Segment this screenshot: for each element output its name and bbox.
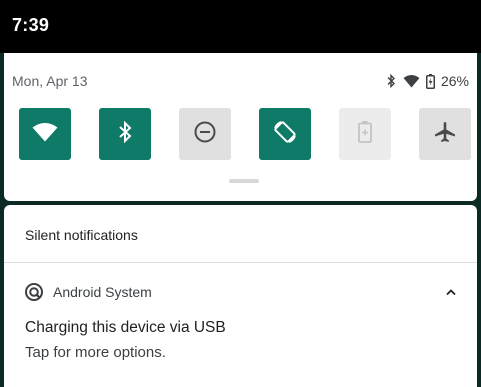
wifi-icon — [403, 74, 420, 88]
notification-shade: Silent notifications Android System Char… — [4, 205, 477, 387]
battery-saver-tile[interactable] — [339, 108, 391, 160]
chevron-up-icon — [445, 283, 457, 301]
drag-handle[interactable] — [229, 179, 259, 183]
do-not-disturb-tile[interactable] — [179, 108, 231, 160]
battery-icon — [425, 73, 435, 89]
notification-header: Android System — [25, 282, 461, 302]
do-not-disturb-icon — [193, 120, 217, 149]
wifi-icon — [32, 122, 58, 147]
notification-text: Tap for more options. — [25, 344, 166, 361]
battery-saver-icon — [358, 120, 372, 148]
notification-title: Charging this device via USB — [25, 319, 226, 336]
status-icons: 26% — [385, 73, 469, 89]
quick-settings-tiles — [19, 108, 471, 160]
airplane-icon — [433, 120, 457, 149]
divider — [4, 262, 477, 263]
expand-button[interactable] — [441, 282, 461, 302]
auto-rotate-icon — [272, 119, 298, 150]
auto-rotate-tile[interactable] — [259, 108, 311, 160]
bluetooth-icon — [385, 74, 397, 88]
quick-settings-header: Mon, Apr 13 26% — [12, 73, 469, 93]
bluetooth-tile[interactable] — [99, 108, 151, 160]
status-time: 7:39 — [12, 15, 50, 35]
android-system-icon — [25, 283, 43, 301]
battery-percent: 26% — [440, 73, 469, 89]
app-name: Android System — [53, 284, 152, 300]
section-title: Silent notifications — [25, 227, 138, 243]
quick-settings-panel: Mon, Apr 13 26% — [4, 53, 477, 201]
wifi-tile[interactable] — [19, 108, 71, 160]
bluetooth-icon — [117, 120, 133, 148]
date-label[interactable]: Mon, Apr 13 — [12, 73, 88, 89]
airplane-mode-tile[interactable] — [419, 108, 471, 160]
status-bar: 7:39 — [0, 0, 481, 53]
